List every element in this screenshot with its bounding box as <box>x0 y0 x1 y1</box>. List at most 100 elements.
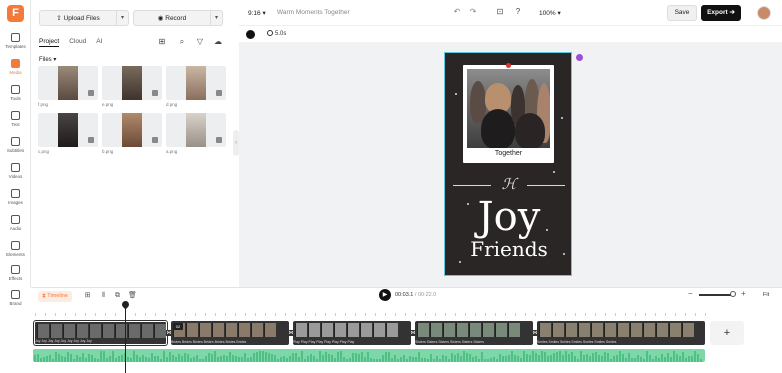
zoom-out-icon[interactable]: − <box>688 289 693 298</box>
zoom-slider-knob[interactable] <box>730 291 736 297</box>
timeline-clip[interactable]: 02 Brides Brides Brides Brides Brides Br… <box>171 321 289 345</box>
chevron-down-icon[interactable]: ▾ <box>210 11 222 25</box>
media-thumb[interactable] <box>38 66 98 100</box>
check-icon[interactable] <box>216 137 222 143</box>
tab-cloud[interactable]: Cloud <box>69 38 86 47</box>
polaroid-caption[interactable]: Together <box>463 150 554 157</box>
help-icon[interactable]: ? <box>513 7 523 17</box>
headline-text[interactable]: Joy <box>445 195 571 239</box>
waveform-bar <box>676 354 678 362</box>
screenshot-icon[interactable]: ⊡ <box>495 7 505 17</box>
polaroid-frame[interactable]: Together <box>463 65 554 163</box>
waveform-bar <box>55 352 57 362</box>
waveform-bar <box>76 355 78 362</box>
zoom-slider[interactable] <box>699 294 733 296</box>
waveform-bar <box>283 356 285 362</box>
ruler-tick <box>65 313 66 316</box>
playhead[interactable] <box>125 301 126 373</box>
rail-item-audio[interactable]: Audio <box>0 215 31 231</box>
record-button[interactable]: ◉ Record ▾ <box>133 10 223 26</box>
monogram[interactable]: ℋ <box>497 174 521 194</box>
tab-timeline[interactable]: ⧗ Timeline <box>38 291 72 302</box>
ruler-tick <box>425 313 426 316</box>
rail-item-elements[interactable]: Elements <box>0 241 31 257</box>
timeline-clip[interactable]: Sisters Sisters Sisters Sisters Sisters … <box>415 321 533 345</box>
project-title[interactable]: Warm Moments Together <box>277 9 350 16</box>
app-logo[interactable]: F <box>7 5 24 22</box>
rail-item-tools[interactable]: Tools <box>0 85 31 101</box>
media-thumb[interactable] <box>102 66 162 100</box>
time-readout: 00:03.1 / 00:22.0 <box>395 292 437 298</box>
waveform-bar <box>460 356 462 362</box>
background-color-swatch[interactable] <box>246 30 255 39</box>
undo-icon[interactable]: ↶ <box>452 7 462 17</box>
subheadline-text[interactable]: Friends <box>445 237 571 261</box>
delete-icon[interactable]: 🗑 <box>128 291 137 300</box>
waveform-bar <box>295 353 297 362</box>
save-button[interactable]: Save <box>667 5 697 21</box>
tab-ai[interactable]: AI <box>96 38 102 47</box>
aspect-ratio-dropdown[interactable]: 9:16 ▾ <box>248 9 266 17</box>
duration-control[interactable]: 5.0s <box>267 30 286 37</box>
waveform-bar <box>199 359 201 362</box>
ruler-tick <box>115 313 116 316</box>
redo-icon[interactable]: ↷ <box>468 7 478 17</box>
media-thumb[interactable] <box>166 66 226 100</box>
video-canvas[interactable]: Together ℋ Joy Friends <box>444 52 572 276</box>
cloud-icon[interactable]: ☁ <box>213 37 223 47</box>
avatar[interactable] <box>757 6 771 20</box>
rail-item-brand[interactable]: Brand <box>0 290 31 306</box>
group-photo[interactable] <box>467 69 550 148</box>
timeline-clip[interactable]: Play Play Play Play Play Play Play Play <box>293 321 411 345</box>
media-thumb[interactable] <box>38 113 98 147</box>
play-button[interactable]: ▶ <box>379 289 391 301</box>
add-clip-button[interactable]: + <box>710 321 744 345</box>
rail-item-videos[interactable]: Videos <box>0 163 31 179</box>
media-thumb[interactable] <box>166 113 226 147</box>
zoom-dropdown[interactable]: 100% ▾ <box>539 9 561 17</box>
rail-item-images[interactable]: Images <box>0 189 31 205</box>
rail-item-media[interactable]: Media <box>0 59 31 75</box>
audio-track[interactable] <box>33 349 705 362</box>
upload-files-button[interactable]: ⇪ Upload Files ▾ <box>39 10 129 26</box>
rail-item-text[interactable]: Text <box>0 111 31 127</box>
check-icon[interactable] <box>152 137 158 143</box>
fit-button[interactable]: Fit <box>763 292 769 298</box>
ruler-tick <box>55 313 56 316</box>
check-icon[interactable] <box>152 90 158 96</box>
split-icon[interactable]: ⫴ <box>99 291 108 300</box>
search-icon[interactable]: ⌕ <box>177 37 187 47</box>
timeline-clip[interactable]: Smiles Smiles Smiles Smiles Smiles Smile… <box>537 321 705 345</box>
files-dropdown[interactable]: Files ▾ <box>39 56 56 63</box>
export-button[interactable]: Export ➔ <box>701 5 741 21</box>
waveform-bar <box>166 357 168 362</box>
clip-frame <box>630 323 642 337</box>
ruler-tick <box>675 313 676 316</box>
check-icon[interactable] <box>88 137 94 143</box>
waveform-bar <box>349 358 351 362</box>
rail-item-subtitles[interactable]: Subtitles <box>0 137 31 153</box>
waveform-bar <box>514 355 516 362</box>
chevron-down-icon: ▾ <box>53 57 57 63</box>
media-thumb[interactable] <box>102 113 162 147</box>
tools-icon <box>11 85 20 94</box>
ruler-tick <box>405 313 406 316</box>
zoom-in-icon[interactable]: + <box>741 289 746 298</box>
new-folder-icon[interactable]: ⊞ <box>157 37 167 47</box>
ruler-tick <box>635 313 636 316</box>
chevron-down-icon[interactable]: ▾ <box>116 11 128 25</box>
filter-icon[interactable]: ▽ <box>195 37 205 47</box>
rail-item-effects[interactable]: Effects <box>0 265 31 281</box>
check-icon[interactable] <box>216 90 222 96</box>
ruler-tick <box>685 313 686 316</box>
duplicate-icon[interactable]: ⧉ <box>113 291 122 300</box>
waveform-bar <box>181 356 183 362</box>
time-ruler[interactable] <box>31 305 711 317</box>
check-icon[interactable] <box>88 90 94 96</box>
add-media-icon[interactable]: ⊞ <box>83 291 92 300</box>
rail-item-templates[interactable]: Templates <box>0 33 31 49</box>
tab-project[interactable]: Project <box>39 38 60 47</box>
timeline-clip[interactable]: Joy Joy Joy Joy Joy Joy Joy Joy Joy <box>34 321 167 345</box>
rotate-handle-icon[interactable] <box>576 54 583 61</box>
ruler-tick <box>475 313 476 316</box>
